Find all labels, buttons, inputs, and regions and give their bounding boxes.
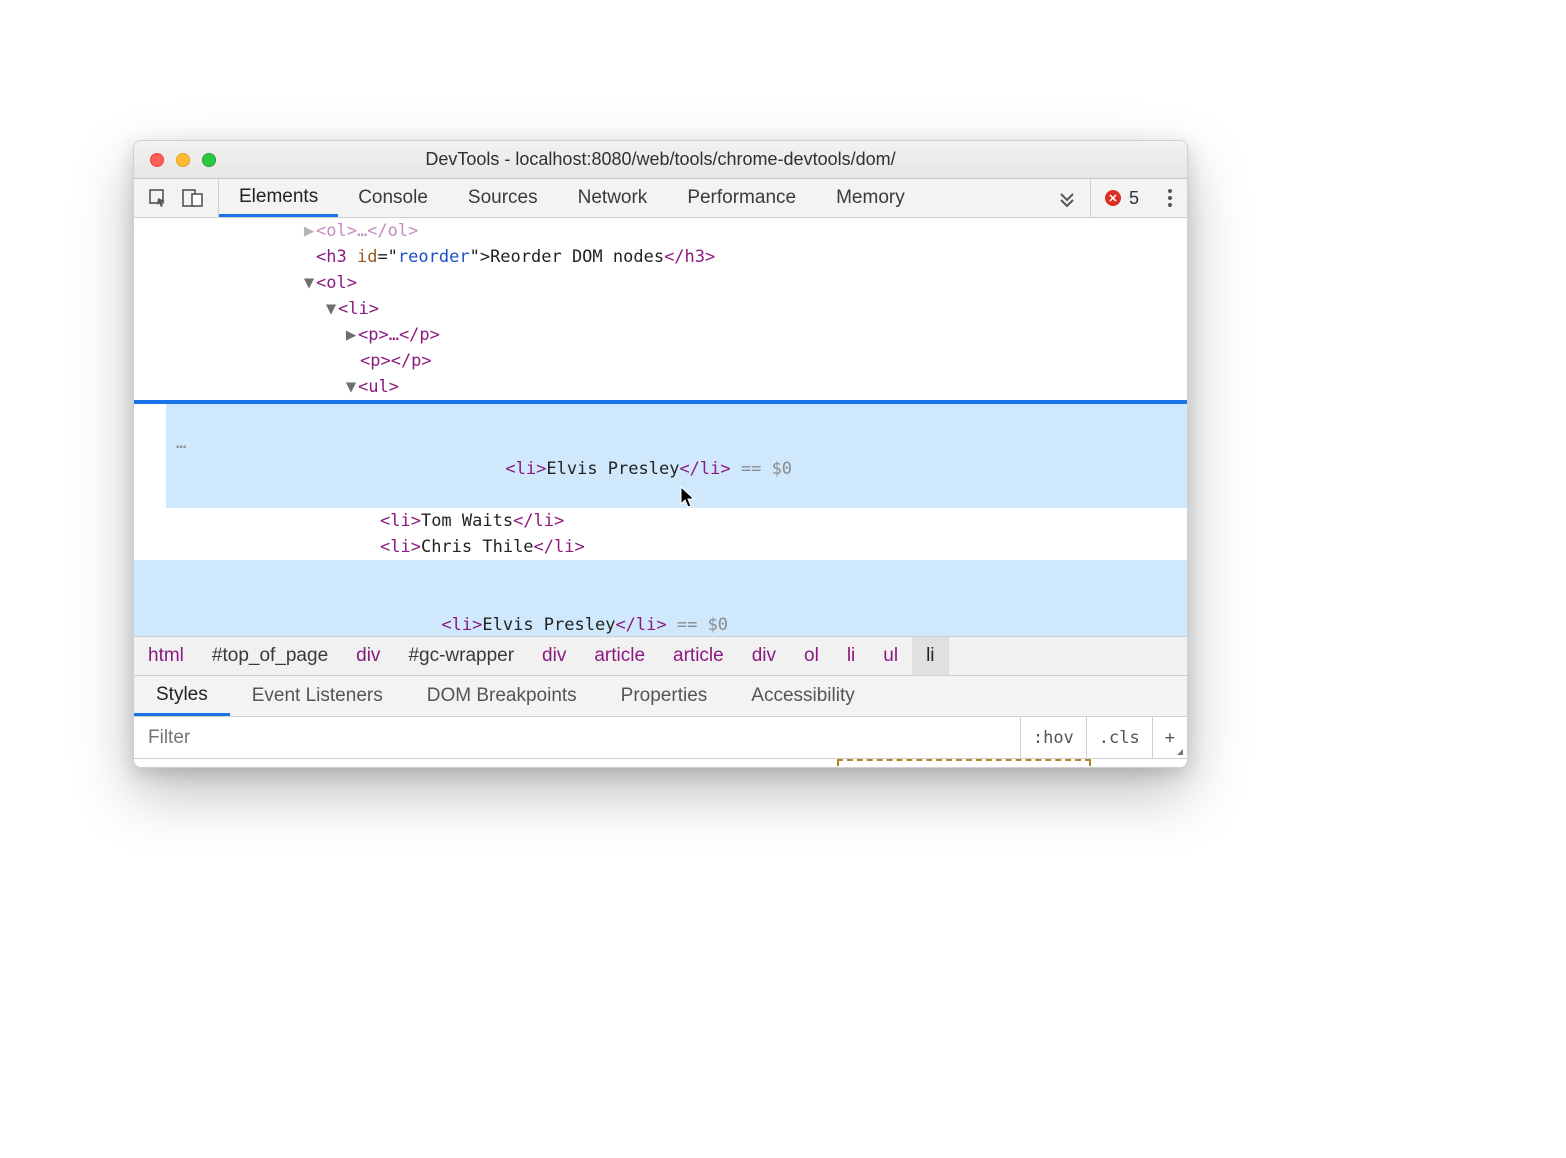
dom-node-ol-collapsed[interactable]: ▶<ol>…</ol> [134, 218, 1187, 244]
crumb-gc-wrapper[interactable]: #gc-wrapper [394, 637, 528, 675]
styles-body [134, 759, 1187, 767]
subtab-properties[interactable]: Properties [599, 676, 730, 716]
crumb-li-1[interactable]: li [833, 637, 869, 675]
dropdown-corner-icon [1177, 749, 1183, 755]
tab-memory[interactable]: Memory [816, 179, 925, 217]
tab-performance[interactable]: Performance [667, 179, 816, 217]
subtab-event-listeners[interactable]: Event Listeners [230, 676, 405, 716]
dom-node-drag-ghost[interactable]: … <li>Elvis Presley</li> == $0 [166, 404, 1187, 508]
crumb-html[interactable]: html [134, 637, 198, 675]
crumb-ol[interactable]: ol [790, 637, 833, 675]
tab-sources[interactable]: Sources [448, 179, 558, 217]
window-title: DevTools - localhost:8080/web/tools/chro… [134, 149, 1187, 170]
devtools-window: DevTools - localhost:8080/web/tools/chro… [133, 140, 1188, 768]
dom-node-li-tom-waits[interactable]: <li>Tom Waits</li> [134, 508, 1187, 534]
device-toolbar-icon[interactable] [182, 188, 204, 208]
dom-node-li-open[interactable]: ▼<li> [134, 296, 1187, 322]
crumb-article-2[interactable]: article [659, 637, 738, 675]
crumb-ul[interactable]: ul [869, 637, 912, 675]
dom-node-li-selected[interactable]: … <li>Elvis Presley</li> == $0 [134, 560, 1187, 636]
subtab-styles[interactable]: Styles [134, 676, 230, 716]
error-icon[interactable]: ✕ [1105, 190, 1121, 206]
crumb-article-1[interactable]: article [580, 637, 659, 675]
elements-dom-tree[interactable]: ▶<ol>…</ol> <h3 id="reorder">Reorder DOM… [134, 218, 1187, 636]
titlebar: DevTools - localhost:8080/web/tools/chro… [134, 141, 1187, 179]
dom-node-ul-open[interactable]: ▼<ul> [134, 374, 1187, 400]
box-model-outline [837, 759, 1091, 766]
main-toolbar: Elements Console Sources Network Perform… [134, 179, 1187, 218]
close-window-button[interactable] [150, 153, 164, 167]
crumb-div-1[interactable]: div [342, 637, 394, 675]
settings-menu-button[interactable] [1153, 179, 1187, 217]
sidebar-subtabs: Styles Event Listeners DOM Breakpoints P… [134, 675, 1187, 717]
toolbar-left-group [134, 179, 219, 217]
dom-node-p-empty1[interactable]: <p></p> [134, 348, 1187, 374]
dom-node-h3[interactable]: <h3 id="reorder">Reorder DOM nodes</h3> [134, 244, 1187, 270]
dom-node-li-chris-thile[interactable]: <li>Chris Thile</li> [134, 534, 1187, 560]
subtab-accessibility[interactable]: Accessibility [729, 676, 876, 716]
tab-elements[interactable]: Elements [219, 179, 338, 217]
new-style-rule-button[interactable]: + [1152, 717, 1187, 758]
cls-toggle-button[interactable]: .cls [1086, 717, 1152, 758]
dom-node-ol-open[interactable]: ▼<ol> [134, 270, 1187, 296]
inspect-element-icon[interactable] [148, 188, 168, 208]
error-count[interactable]: 5 [1129, 188, 1139, 209]
zoom-window-button[interactable] [202, 153, 216, 167]
crumb-div-2[interactable]: div [528, 637, 580, 675]
subtab-dom-breakpoints[interactable]: DOM Breakpoints [405, 676, 599, 716]
tabs-overflow-button[interactable] [1044, 179, 1090, 217]
minimize-window-button[interactable] [176, 153, 190, 167]
breadcrumb: html #top_of_page div #gc-wrapper div ar… [134, 636, 1187, 675]
main-tabs: Elements Console Sources Network Perform… [219, 179, 1044, 217]
tab-network[interactable]: Network [558, 179, 668, 217]
styles-toolbar: :hov .cls + [134, 717, 1187, 759]
crumb-li-selected[interactable]: li [912, 637, 948, 675]
styles-filter-input[interactable] [134, 717, 1020, 758]
toolbar-right-group: ✕ 5 [1090, 179, 1153, 217]
dom-node-p-collapsed[interactable]: ▶<p>…</p> [134, 322, 1187, 348]
crumb-top-of-page[interactable]: #top_of_page [198, 637, 342, 675]
traffic-lights [134, 153, 216, 167]
gutter-menu-icon[interactable]: … [176, 430, 186, 456]
tab-console[interactable]: Console [338, 179, 448, 217]
crumb-div-3[interactable]: div [738, 637, 790, 675]
hov-toggle-button[interactable]: :hov [1020, 717, 1086, 758]
